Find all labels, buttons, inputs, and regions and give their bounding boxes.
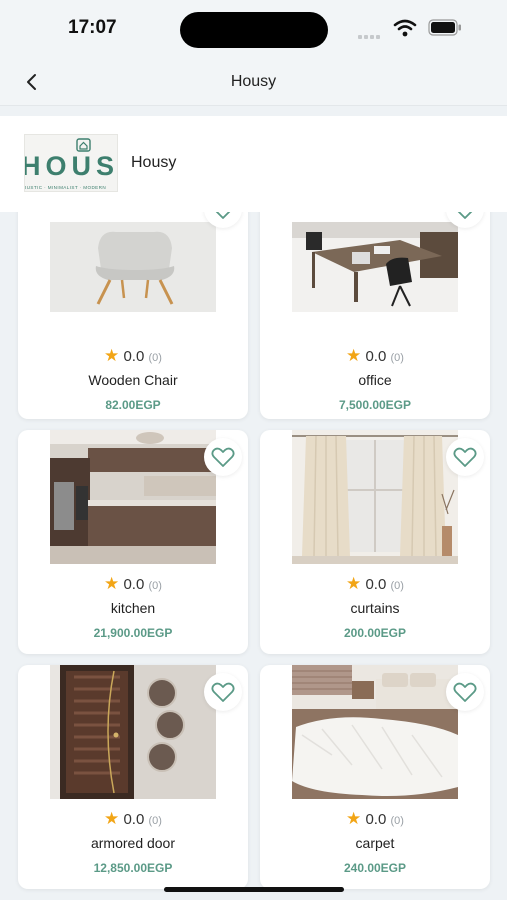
product-image-carpet [292, 665, 458, 799]
product-name: office [358, 372, 392, 388]
review-count: (0) [148, 580, 162, 592]
rating-value: 0.0 [123, 811, 145, 828]
product-card-office[interactable]: ★ 0.0 (0) office 7,500.00EGP [260, 212, 490, 419]
product-rating: ★ 0.0 (0) [18, 574, 248, 594]
product-grid[interactable]: ★ 0.0 (0) Wooden Chair 82.00EGP ★ 0.0 (0… [0, 212, 507, 900]
product-image-wooden-chair [50, 222, 216, 312]
product-image-armored-door [50, 665, 216, 799]
star-icon: ★ [104, 574, 120, 593]
product-price: 12,850.00EGP [93, 861, 173, 875]
favorite-button[interactable] [446, 438, 484, 476]
star-icon: ★ [346, 574, 362, 593]
rating-value: 0.0 [123, 576, 145, 593]
review-count: (0) [148, 815, 162, 827]
wifi-icon [393, 19, 417, 37]
store-logo: HOUSY RUSTIC · MINIMALIST · MODERN [24, 134, 118, 192]
favorite-button[interactable] [204, 438, 242, 476]
cellular-signal-icon [358, 26, 386, 39]
dynamic-island [180, 12, 328, 48]
product-card-curtains[interactable]: ★ 0.0 (0) curtains 200.00EGP [260, 430, 490, 654]
battery-icon [428, 19, 461, 36]
heart-outline-icon [215, 212, 231, 219]
store-name: Housy [131, 154, 177, 171]
rating-value: 0.0 [365, 576, 387, 593]
product-rating: ★ 0.0 (0) [18, 809, 248, 829]
product-image-curtains [292, 430, 458, 564]
star-icon: ★ [346, 809, 362, 828]
favorite-button[interactable] [204, 673, 242, 711]
product-price: 21,900.00EGP [93, 626, 173, 640]
status-bar: 17:07 [0, 0, 507, 58]
product-card-carpet[interactable]: ★ 0.0 (0) carpet 240.00EGP [260, 665, 490, 889]
product-rating: ★ 0.0 (0) [260, 346, 490, 366]
navigation-bar: Housy [0, 58, 507, 106]
product-image-office [292, 222, 458, 312]
product-name: kitchen [110, 600, 156, 616]
heart-outline-icon [453, 682, 477, 702]
heart-outline-icon [211, 682, 235, 702]
store-header: HOUSY RUSTIC · MINIMALIST · MODERN Housy [0, 116, 507, 212]
product-name: Wooden Chair [88, 372, 178, 388]
heart-outline-icon [453, 447, 477, 467]
product-rating: ★ 0.0 (0) [260, 809, 490, 829]
svg-text:HOUSY: HOUSY [25, 151, 118, 181]
heart-outline-icon [211, 447, 235, 467]
product-card-armored-door[interactable]: ★ 0.0 (0) armored door 12,850.00EGP [18, 665, 248, 889]
product-name: armored door [90, 835, 176, 851]
star-icon: ★ [104, 809, 120, 828]
product-name: carpet [355, 835, 395, 851]
svg-text:RUSTIC · MINIMALIST · MODERN: RUSTIC · MINIMALIST · MODERN [25, 185, 106, 190]
rating-value: 0.0 [123, 348, 145, 365]
page-title: Housy [230, 73, 277, 90]
product-price: 82.00EGP [105, 398, 161, 412]
review-count: (0) [390, 352, 404, 364]
status-time: 17:07 [68, 17, 117, 38]
review-count: (0) [390, 580, 404, 592]
home-indicator[interactable] [164, 887, 344, 892]
product-card-kitchen[interactable]: ★ 0.0 (0) kitchen 21,900.00EGP [18, 430, 248, 654]
star-icon: ★ [346, 346, 362, 365]
rating-value: 0.0 [365, 811, 387, 828]
review-count: (0) [390, 815, 404, 827]
product-price: 240.00EGP [343, 861, 407, 875]
product-image-kitchen [50, 430, 216, 564]
product-rating: ★ 0.0 (0) [18, 346, 248, 366]
rating-value: 0.0 [365, 348, 387, 365]
product-price: 200.00EGP [343, 626, 407, 640]
product-card-wooden-chair[interactable]: ★ 0.0 (0) Wooden Chair 82.00EGP [18, 212, 248, 419]
star-icon: ★ [104, 346, 120, 365]
product-name: curtains [350, 600, 400, 616]
favorite-button[interactable] [446, 673, 484, 711]
review-count: (0) [148, 352, 162, 364]
heart-outline-icon [457, 212, 473, 219]
product-price: 7,500.00EGP [338, 398, 412, 412]
product-rating: ★ 0.0 (0) [260, 574, 490, 594]
